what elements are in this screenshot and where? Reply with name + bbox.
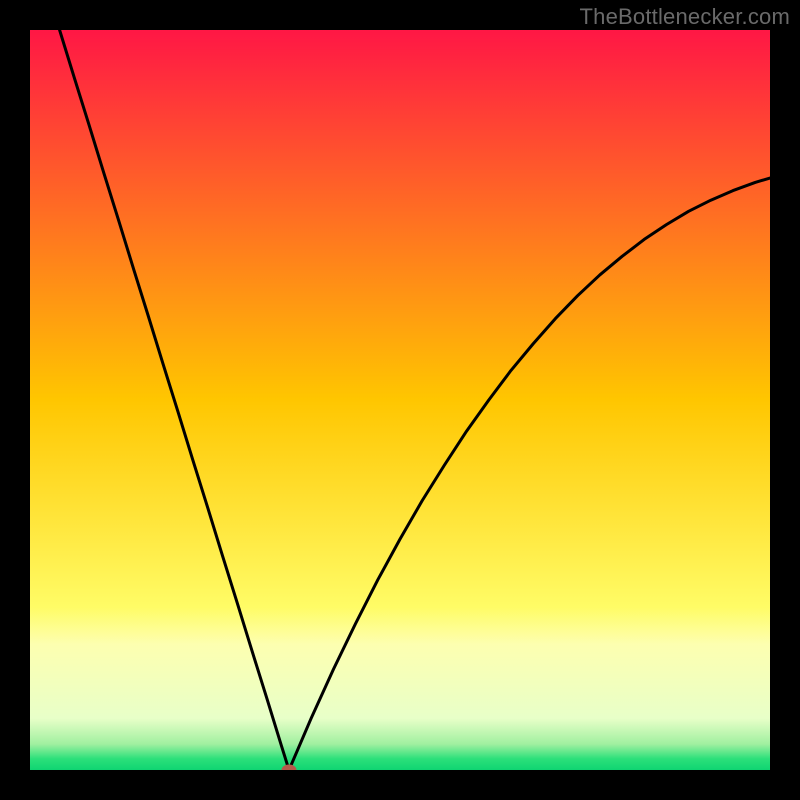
plot-area [30,30,770,770]
chart-frame: TheBottlenecker.com [0,0,800,800]
watermark-text: TheBottlenecker.com [580,4,790,30]
minimum-marker [282,765,297,771]
bottleneck-curve [30,30,770,770]
